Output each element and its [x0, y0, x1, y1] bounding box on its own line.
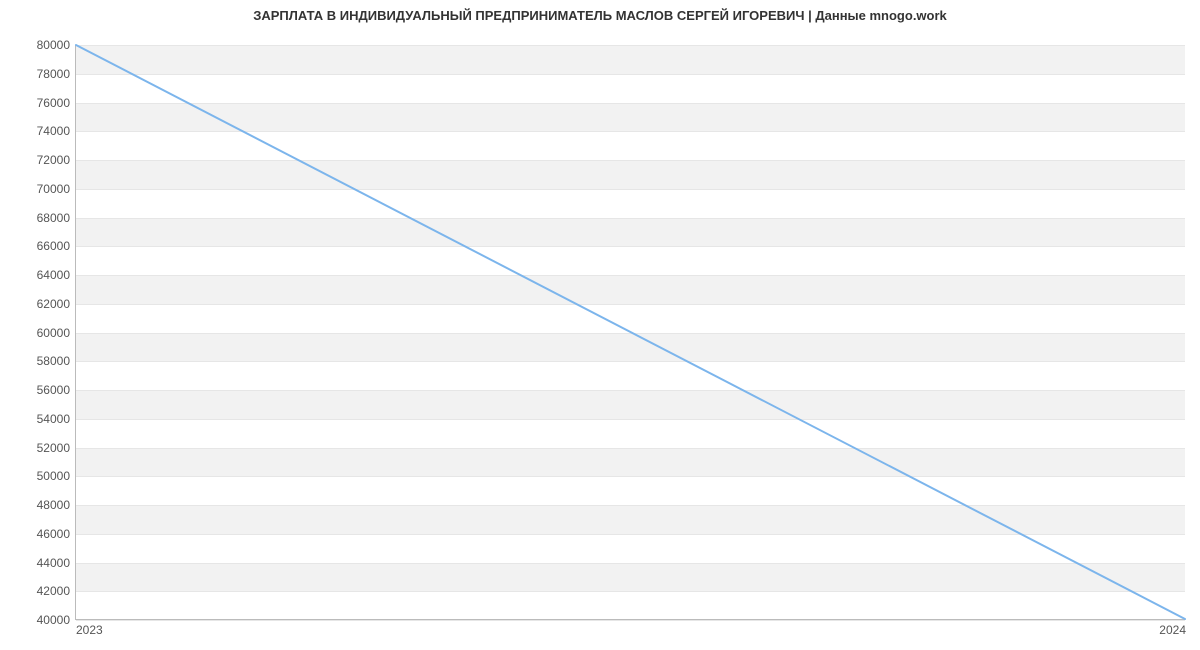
y-axis-tick-label: 80000: [37, 38, 70, 52]
series-line: [76, 45, 1185, 619]
y-axis-tick-label: 70000: [37, 182, 70, 196]
y-axis-tick-label: 48000: [37, 498, 70, 512]
gridline-y: [76, 620, 1185, 621]
y-axis-tick-label: 50000: [37, 469, 70, 483]
y-axis-tick-label: 68000: [37, 211, 70, 225]
y-axis-tick-label: 78000: [37, 67, 70, 81]
x-axis-tick-label: 2024: [1159, 623, 1186, 637]
y-axis-tick-label: 58000: [37, 354, 70, 368]
y-axis-tick-label: 54000: [37, 412, 70, 426]
x-axis-tick-label: 2023: [76, 623, 103, 637]
y-axis-tick-label: 60000: [37, 326, 70, 340]
y-axis-tick-label: 64000: [37, 268, 70, 282]
y-axis-tick-label: 40000: [37, 613, 70, 627]
y-axis-tick-label: 52000: [37, 441, 70, 455]
y-axis-tick-label: 62000: [37, 297, 70, 311]
y-axis-tick-label: 72000: [37, 153, 70, 167]
y-axis-tick-label: 46000: [37, 527, 70, 541]
plot-area: 4000042000440004600048000500005200054000…: [75, 45, 1185, 620]
chart-line-layer: [76, 45, 1185, 619]
y-axis-tick-label: 56000: [37, 383, 70, 397]
y-axis-tick-label: 42000: [37, 584, 70, 598]
y-axis-tick-label: 76000: [37, 96, 70, 110]
y-axis-tick-label: 74000: [37, 124, 70, 138]
y-axis-tick-label: 44000: [37, 556, 70, 570]
y-axis-tick-label: 66000: [37, 239, 70, 253]
chart-title: ЗАРПЛАТА В ИНДИВИДУАЛЬНЫЙ ПРЕДПРИНИМАТЕЛ…: [0, 8, 1200, 23]
chart-container: ЗАРПЛАТА В ИНДИВИДУАЛЬНЫЙ ПРЕДПРИНИМАТЕЛ…: [0, 0, 1200, 650]
